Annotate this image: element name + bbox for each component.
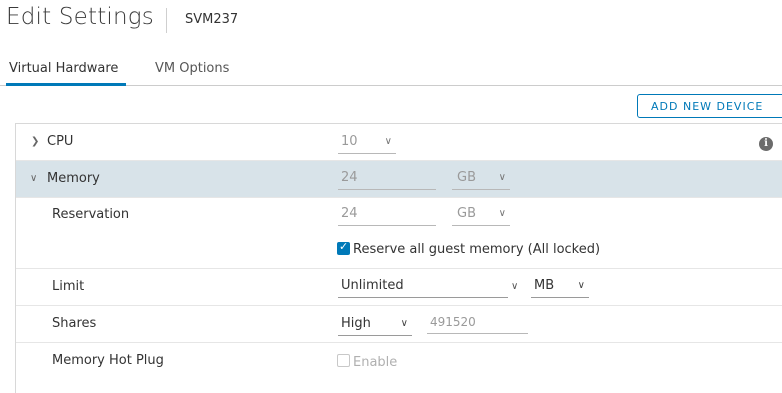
memory-label: Memory	[47, 171, 100, 186]
hot-plug-row: Memory Hot Plug Enable	[16, 343, 782, 380]
shares-value-input[interactable]: 491520	[427, 312, 528, 334]
chevron-down-icon: ∨	[400, 318, 408, 329]
add-new-device-button[interactable]: ADD NEW DEVICE	[637, 94, 782, 118]
hot-plug-enable-label: Enable	[353, 355, 398, 370]
tab-bar: Virtual Hardware VM Options	[0, 56, 782, 86]
shares-value: 491520	[430, 315, 476, 329]
cpu-value: 10	[341, 134, 358, 149]
cpu-label: CPU	[47, 134, 74, 149]
tab-vm-options[interactable]: VM Options	[155, 61, 229, 86]
shares-label: Shares	[52, 316, 97, 331]
reservation-unit: GB	[457, 206, 476, 221]
reserve-all-checkbox[interactable]: ✓	[337, 240, 350, 255]
chevron-down-icon: ∨	[498, 208, 506, 219]
reservation-input[interactable]: 24	[338, 204, 436, 226]
memory-value: 24	[341, 170, 358, 185]
memory-unit-select[interactable]: GB ∨	[452, 168, 510, 190]
cpu-select[interactable]: 10 ∨	[338, 132, 396, 154]
shares-row: Shares High ∨ 491520	[16, 306, 782, 343]
chevron-down-icon: ∨	[384, 136, 392, 147]
active-tab-indicator	[6, 83, 126, 86]
reservation-label: Reservation	[52, 207, 130, 222]
chevron-down-icon: ∨	[577, 280, 585, 291]
reservation-value: 24	[341, 206, 358, 221]
reservation-unit-select[interactable]: GB ∨	[452, 204, 510, 226]
reserve-all-label[interactable]: Reserve all guest memory (All locked)	[353, 242, 600, 257]
limit-value: Unlimited	[341, 278, 404, 293]
page-title: Edit Settings	[6, 4, 154, 30]
title-divider	[166, 8, 167, 33]
chevron-down-icon[interactable]: ∨	[30, 173, 37, 184]
hot-plug-label: Memory Hot Plug	[52, 353, 164, 368]
vm-name: SVM237	[185, 12, 239, 27]
limit-row: Limit Unlimited ∨ MB ∨	[16, 269, 782, 306]
shares-level: High	[341, 316, 371, 331]
limit-unit-select[interactable]: MB ∨	[531, 276, 589, 298]
limit-unit: MB	[534, 278, 555, 293]
hardware-panel: ❯ CPU 10 ∨ ∨ Memory 24 GB ∨ Reservation …	[15, 123, 782, 393]
reservation-row: Reservation 24 GB ∨ ✓ Reserve all guest …	[16, 198, 782, 269]
chevron-down-icon[interactable]: ∨	[511, 281, 518, 292]
shares-level-select[interactable]: High ∨	[338, 314, 412, 336]
limit-input[interactable]: Unlimited	[338, 276, 508, 298]
cpu-row: ❯ CPU 10 ∨	[16, 124, 782, 161]
memory-row[interactable]: ∨ Memory 24 GB ∨	[16, 161, 782, 198]
memory-unit: GB	[457, 170, 476, 185]
checkmark-icon: ✓	[339, 240, 349, 253]
limit-label: Limit	[52, 279, 85, 294]
hot-plug-checkbox[interactable]	[337, 354, 350, 367]
chevron-down-icon: ∨	[498, 172, 506, 183]
chevron-right-icon[interactable]: ❯	[31, 136, 39, 147]
memory-input[interactable]: 24	[338, 168, 436, 190]
